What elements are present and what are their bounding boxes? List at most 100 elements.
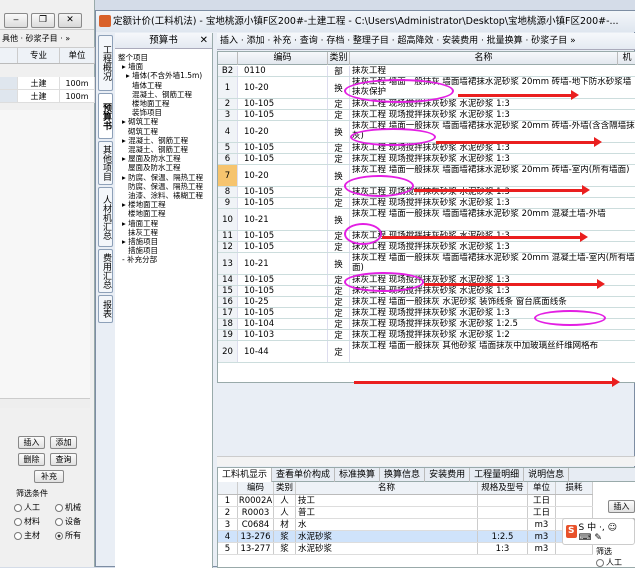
left-empty-area [0, 110, 90, 400]
row-number: 11 [218, 231, 238, 241]
detail-row[interactable]: 2 R0003 人普工 工日 [218, 507, 593, 519]
table-row[interactable]: 5 10-105 定抹灰工程 现场搅拌抹灰砂浆 水泥砂浆 1:3 [218, 143, 635, 154]
tab-detail[interactable]: 查看单价构成 [272, 468, 336, 482]
tree-node[interactable]: 整个项目 [118, 53, 148, 62]
tree-node[interactable]: 装饰项目 [132, 108, 162, 117]
row-name: 抹灰工程 墙面一般抹灰 其他砂浆 墙面抹灰中加玻璃丝纤维网格布 [350, 341, 635, 362]
row-code: 10-105 [238, 198, 328, 208]
tab-project-overview[interactable]: 工程概况 [98, 35, 113, 91]
radio-labor[interactable]: 人工 [596, 557, 622, 568]
table-row[interactable]: 9 10-105 定抹灰工程 现场搅拌抹灰砂浆 水泥砂浆 1:3 [218, 198, 635, 209]
table-row[interactable]: 19 10-103 定抹灰工程 现场搅拌抹灰砂浆 水泥砂浆 1:2 [218, 330, 635, 341]
tree-node[interactable]: 防腐、保温、隔热工程 [128, 182, 203, 191]
table-row[interactable]: 20 10-44 定抹灰工程 墙面一般抹灰 其他砂浆 墙面抹灰中加玻璃丝纤维网格布 [218, 341, 635, 363]
table-row[interactable]: B2 0110 部抹灰工程 [218, 66, 635, 77]
tree-node[interactable]: 混凝土、钢筋工程 [132, 90, 192, 99]
grid-hscrollbar[interactable] [217, 456, 635, 466]
tree-node[interactable]: ▸ 楼地面工程 [122, 200, 166, 209]
tab-reports[interactable]: 报表 [98, 295, 113, 323]
delete-button[interactable]: 删除 [18, 453, 45, 466]
radio-material[interactable]: 材料 [14, 516, 40, 527]
radio-all[interactable]: 所有 [55, 530, 81, 541]
detail-tabs: 工料机显示 查看单价构成 标准换算 换算信息 安装费用 工程量明细 说明信息 [218, 468, 635, 482]
col-code: 编码 [238, 52, 328, 65]
detail-cell-no: 1 [218, 495, 238, 506]
main-toolbar[interactable]: 插入 · 添加 · 补充 · 查询 · 存档 · 整理子目 · 超高降效 · 安… [217, 33, 635, 50]
tree-node[interactable]: ▸ 墙体(不含外墙1.5m) [126, 71, 202, 80]
tree-node[interactable]: 油漆、涂料、裱糊工程 [128, 191, 203, 200]
annotation-ellipse [344, 175, 414, 197]
tree-node[interactable]: 屋面及防水工程 [128, 163, 181, 172]
detail-row[interactable]: 1 R0002A 人技工 工日 [218, 495, 593, 507]
table-row[interactable]: 13 10-21 换抹灰工程 墙面一般抹灰 墙面墙裙抹水泥砂浆 20mm 混凝土墙-… [218, 253, 635, 275]
ime-toolbar[interactable]: S S 中 ·, ☺ ⌨ ✎ [562, 518, 635, 545]
row-code: 10-105 [238, 143, 328, 153]
table-row[interactable]: 7 10-20 换抹灰工程 墙面一般抹灰 墙面墙裙抹水泥砂浆 20mm 砖墙-室内(… [218, 165, 635, 187]
query-button[interactable]: 查询 [50, 453, 77, 466]
tab-detail[interactable]: 工程量明细 [470, 468, 525, 482]
tab-detail[interactable]: 标准换算 [335, 468, 381, 482]
tab-detail[interactable]: 工料机显示 [218, 468, 273, 482]
tab-detail[interactable]: 换算信息 [380, 468, 426, 482]
table-row[interactable]: 12 10-105 定抹灰工程 现场搅拌抹灰砂浆 水泥砂浆 1:3 [218, 242, 635, 253]
table-row[interactable]: 16 10-25 定抹灰工程 墙面一般抹灰 水泥砂浆 装饰线条 窗台底面线条 [218, 297, 635, 308]
table-row[interactable]: 3 10-105 定抹灰工程 现场搅拌抹灰砂浆 水泥砂浆 1:3 [218, 110, 635, 121]
table-row[interactable]: 10 10-21 换抹灰工程 墙面一般抹灰 墙面墙裙抹水泥砂浆 20mm 混凝土墙-… [218, 209, 635, 231]
add-button[interactable]: 添加 [50, 436, 77, 449]
table-row[interactable]: 15 10-105 定抹灰工程 现场搅拌抹灰砂浆 水泥砂浆 1:3 [218, 286, 635, 297]
tab-budget[interactable]: 预算书 [98, 93, 113, 139]
tree-node[interactable]: ▸ 屋面及防水工程 [122, 154, 181, 163]
detail-header: 编码 类别 名称 规格及型号 单位 损耗 [218, 482, 593, 495]
tab-labor-material-summary[interactable]: 人材机汇总 [98, 187, 113, 247]
row-code: 10-105 [238, 110, 328, 120]
radio-main-material[interactable]: 主材 [14, 530, 40, 541]
row-name: 抹灰工程 [350, 66, 635, 76]
detail-row[interactable]: 4 13-276 浆水泥砂浆 1:2.5 m3 [218, 531, 593, 543]
row-type: 定 [328, 341, 350, 362]
minimize-button[interactable]: ‒ [4, 13, 28, 28]
tree-node[interactable]: 措施项目 [128, 246, 158, 255]
tree-node[interactable]: ▸ 砌筑工程 [122, 117, 158, 126]
tab-other-items[interactable]: 其他项目 [98, 141, 113, 185]
supplement-button[interactable]: 补充 [34, 470, 64, 483]
tree-node[interactable]: - 补充分部 [122, 255, 157, 264]
detail-insert-button[interactable]: 插入 [608, 500, 635, 513]
radio-labor[interactable]: 人工 [14, 502, 40, 513]
tree-header: 预算书 ✕ [115, 33, 212, 49]
close-icon[interactable]: ✕ [200, 33, 208, 49]
detail-row[interactable]: 5 13-277 浆水泥砂浆 1:3 m3 [218, 543, 593, 555]
table-row[interactable]: 6 10-105 定抹灰工程 现场搅拌抹灰砂浆 水泥砂浆 1:3 [218, 154, 635, 165]
radio-machine[interactable]: 机械 [55, 502, 81, 513]
left-row[interactable]: 土建 100m [0, 90, 95, 103]
radio-equipment[interactable]: 设备 [55, 516, 81, 527]
tab-detail[interactable]: 说明信息 [524, 468, 570, 482]
tree-node[interactable]: ▸ 墙面 [122, 62, 143, 71]
left-toolbar[interactable]: 具他 · 砂浆子目 · » [0, 33, 95, 48]
close-button[interactable]: ✕ [58, 13, 82, 28]
left-hscrollbar[interactable] [0, 398, 90, 408]
tree-node[interactable]: ▸ 墙面工程 [122, 219, 158, 228]
row-code: 10-105 [238, 187, 328, 197]
row-number: 1 [218, 77, 238, 98]
tab-detail[interactable]: 安装费用 [425, 468, 471, 482]
tree-node[interactable]: ▸ 混凝土、钢筋工程 [122, 136, 188, 145]
tab-cost-summary[interactable]: 费用汇总 [98, 249, 113, 293]
tree-node[interactable]: 楼地面工程 [128, 209, 166, 218]
left-row[interactable]: 土建 100m [0, 77, 95, 90]
restore-button[interactable]: ❐ [31, 13, 55, 28]
row-type: 部 [328, 66, 350, 76]
row-code: 10-105 [238, 275, 328, 285]
row-name: 抹灰工程 现场搅拌抹灰砂浆 水泥砂浆 1:3 [350, 110, 635, 120]
tree-node[interactable]: 混凝土、钢筋工程 [128, 145, 188, 154]
tree-node[interactable]: ▸ 措施项目 [122, 237, 158, 246]
detail-row[interactable]: 3 C0684 材水 m3 [218, 519, 593, 531]
insert-button[interactable]: 插入 [18, 436, 45, 449]
tree-node[interactable]: 楼地面工程 [132, 99, 170, 108]
tree-node[interactable]: 墙体工程 [132, 81, 162, 90]
tree-node[interactable]: ▸ 防腐、保温、隔热工程 [122, 173, 203, 182]
tree-node[interactable]: 砌筑工程 [128, 127, 158, 136]
filter-label: 筛选条件 [16, 489, 48, 498]
row-type: 定 [328, 308, 350, 318]
row-number: 9 [218, 198, 238, 208]
tree-node[interactable]: 抹灰工程 [128, 228, 158, 237]
